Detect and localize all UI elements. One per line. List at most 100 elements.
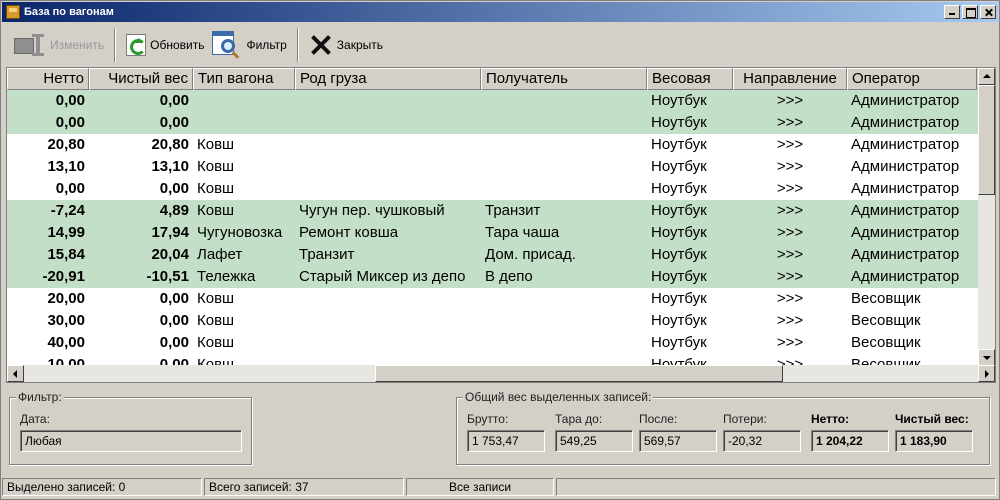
cell-scale: Ноутбук xyxy=(651,180,707,197)
brutto-field[interactable]: 1 753,47 xyxy=(467,430,545,452)
cell-operator: Весовщик xyxy=(851,312,921,329)
cell-netto: -7,24 xyxy=(50,202,85,219)
column-header-scale[interactable]: Весовая xyxy=(647,68,733,90)
cell-net-weight: 0,00 xyxy=(159,290,189,307)
refresh-button-label: Обновить xyxy=(150,38,205,52)
column-header-wagon-type[interactable]: Тип вагона xyxy=(193,68,295,90)
cell-direction: >>> xyxy=(776,224,804,241)
status-extra xyxy=(556,478,996,496)
title-bar[interactable]: База по вагонам xyxy=(2,2,998,22)
scroll-down-button[interactable] xyxy=(978,349,995,366)
cell-cargo xyxy=(295,134,481,156)
table-row[interactable]: -20,91 -10,51 Тележка Старый Миксер из депо… xyxy=(7,266,979,288)
table-row[interactable]: 14,99 17,94 Чугуновозка Ремонт ковша Тара ча… xyxy=(7,222,979,244)
filter-button[interactable]: Фильтр xyxy=(208,27,290,63)
cell-wagon-type: Ковш xyxy=(197,158,235,175)
column-header-net-weight[interactable]: Чистый вес xyxy=(89,68,193,90)
cell-net-weight: 4,89 xyxy=(159,202,189,219)
cell-operator: Администратор xyxy=(851,224,960,241)
table-row[interactable]: -7,24 4,89 Ковш Чугун пер. чушковый Транзит Н… xyxy=(7,200,979,222)
cell-net-weight: 0,00 xyxy=(159,180,189,197)
cell-wagon-type: Ковш xyxy=(197,312,235,329)
cell-recipient xyxy=(481,288,647,310)
column-header-direction[interactable]: Направление xyxy=(733,68,847,90)
cell-net-weight: 0,00 xyxy=(159,92,189,109)
table-body: 0,00 0,00 Ноутбук >>> Администратор 0,00 0,00 Н… xyxy=(7,90,979,366)
edit-icon xyxy=(12,32,46,58)
cell-cargo xyxy=(295,112,481,134)
cell-wagon-type: Ковш xyxy=(197,136,235,153)
cell-scale: Ноутбук xyxy=(651,158,707,175)
edit-button-label: Изменить xyxy=(50,38,105,52)
scroll-up-button[interactable] xyxy=(978,68,995,85)
edit-button[interactable]: Изменить xyxy=(8,27,108,63)
table-row[interactable]: 0,00 0,00 Ноутбук >>> Администратор xyxy=(7,112,979,134)
after-label: После: xyxy=(639,412,678,426)
cell-cargo xyxy=(295,310,481,332)
table-row[interactable]: 20,00 0,00 Ковш Ноутбук >>> Весовщик xyxy=(7,288,979,310)
vertical-scrollbar[interactable] xyxy=(978,68,995,366)
cell-recipient xyxy=(481,112,647,134)
cell-net-weight: 0,00 xyxy=(159,312,189,329)
close-button[interactable]: Закрыть xyxy=(305,27,387,63)
column-header-netto[interactable]: Нетто xyxy=(7,68,89,90)
refresh-icon xyxy=(126,34,147,56)
totals-group-title: Общий вес выделенных записей: xyxy=(463,390,654,404)
horizontal-scrollbar[interactable] xyxy=(7,365,995,382)
cell-cargo xyxy=(295,178,481,200)
cell-netto: 14,99 xyxy=(47,224,85,241)
cell-scale: Ноутбук xyxy=(651,92,707,109)
window-close-button[interactable] xyxy=(980,5,996,19)
cell-netto: 0,00 xyxy=(55,114,85,131)
date-field[interactable]: Любая xyxy=(20,430,242,452)
horizontal-scroll-thumb[interactable] xyxy=(375,365,783,382)
cell-cargo: Чугун пер. чушковый xyxy=(299,202,445,219)
loss-field[interactable]: -20,32 xyxy=(723,430,801,452)
vertical-scroll-thumb[interactable] xyxy=(978,85,995,195)
tara-field[interactable]: 549,25 xyxy=(555,430,633,452)
cell-netto: 30,00 xyxy=(47,312,85,329)
table-row[interactable]: 15,84 20,04 Лафет Транзит Дом. присад. Ноутбу… xyxy=(7,244,979,266)
column-header-cargo[interactable]: Род груза xyxy=(295,68,481,90)
minimize-button[interactable] xyxy=(944,5,960,19)
table-row[interactable]: 30,00 0,00 Ковш Ноутбук >>> Весовщик xyxy=(7,310,979,332)
column-header-recipient[interactable]: Получатель xyxy=(481,68,647,90)
table-row[interactable]: 0,00 0,00 Ковш Ноутбук >>> Администратор xyxy=(7,178,979,200)
scroll-right-button[interactable] xyxy=(978,365,995,382)
window-title: База по вагонам xyxy=(24,6,114,18)
cell-cargo: Транзит xyxy=(299,246,355,263)
cell-operator: Администратор xyxy=(851,136,960,153)
cell-operator: Администратор xyxy=(851,246,960,263)
table-row[interactable]: 40,00 0,00 Ковш Ноутбук >>> Весовщик xyxy=(7,332,979,354)
cell-netto: 13,10 xyxy=(47,158,85,175)
cell-cargo xyxy=(295,156,481,178)
cell-recipient xyxy=(481,178,647,200)
scroll-left-button[interactable] xyxy=(7,365,24,382)
refresh-button[interactable]: Обновить xyxy=(122,27,208,63)
maximize-button[interactable] xyxy=(962,5,978,19)
close-button-label: Закрыть xyxy=(336,38,384,52)
wagon-table[interactable]: Нетто Чистый вес Тип вагона Род груза По… xyxy=(6,67,996,383)
after-field[interactable]: 569,57 xyxy=(639,430,717,452)
cell-scale: Ноутбук xyxy=(651,114,707,131)
cell-netto: 0,00 xyxy=(55,180,85,197)
cell-operator: Администратор xyxy=(851,268,960,285)
cell-direction: >>> xyxy=(776,136,804,153)
table-row[interactable]: 0,00 0,00 Ноутбук >>> Администратор xyxy=(7,90,979,112)
cell-wagon-type xyxy=(193,90,295,112)
cell-net-weight: 20,80 xyxy=(151,136,189,153)
column-header-operator[interactable]: Оператор xyxy=(847,68,977,90)
cell-recipient xyxy=(481,90,647,112)
cell-net-weight: 17,94 xyxy=(151,224,189,241)
netto-field[interactable]: 1 204,22 xyxy=(811,430,889,452)
cell-netto: 0,00 xyxy=(55,92,85,109)
net-weight-field[interactable]: 1 183,90 xyxy=(895,430,973,452)
toolbar-separator xyxy=(114,28,117,62)
cell-scale: Ноутбук xyxy=(651,268,707,285)
cell-scale: Ноутбук xyxy=(651,334,707,351)
table-row[interactable]: 13,10 13,10 Ковш Ноутбук >>> Администратор xyxy=(7,156,979,178)
cell-net-weight: 0,00 xyxy=(159,114,189,131)
loss-label: Потери: xyxy=(723,412,767,426)
cell-direction: >>> xyxy=(776,290,804,307)
table-row[interactable]: 20,80 20,80 Ковш Ноутбук >>> Администратор xyxy=(7,134,979,156)
